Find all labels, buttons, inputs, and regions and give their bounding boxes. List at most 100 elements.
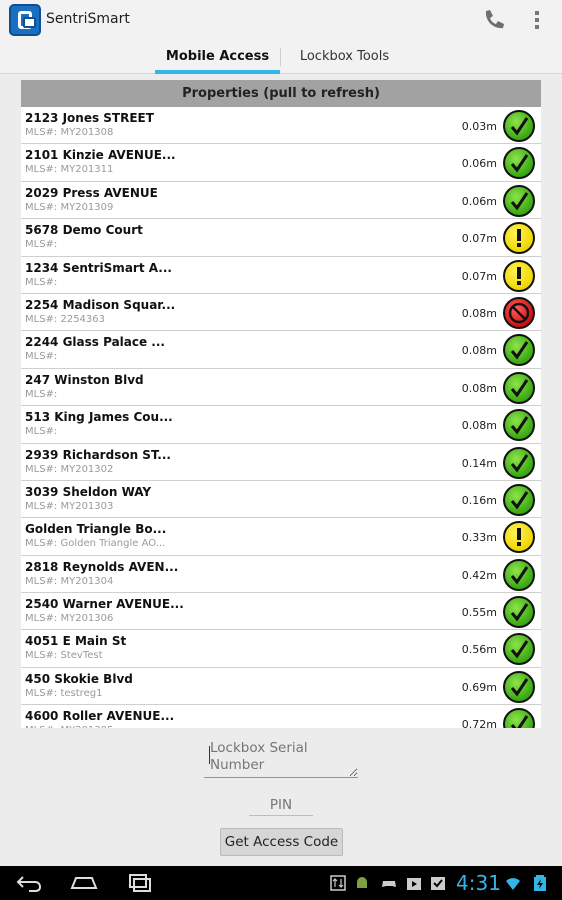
property-address: 2101 Kinzie AVENUE... xyxy=(25,148,176,163)
property-mls: MLS#: MY201303 xyxy=(25,500,114,512)
access-granted-icon xyxy=(503,334,535,367)
table-row[interactable]: 5678 Demo Court MLS#: 0.07m xyxy=(21,219,541,257)
property-distance: 0.55m xyxy=(461,606,497,620)
transfer-notification-icon xyxy=(330,875,346,891)
home-icon[interactable] xyxy=(70,872,98,894)
pin-input[interactable] xyxy=(249,794,313,816)
property-address: 247 Winston Blvd xyxy=(25,372,144,387)
access-warning-icon xyxy=(503,259,535,292)
recent-apps-icon[interactable] xyxy=(126,872,154,894)
table-row[interactable]: 2939 Richardson ST... MLS#: MY201302 0.14m xyxy=(21,443,541,481)
property-mls: MLS#: xyxy=(25,426,58,438)
action-bar: SentriSmart xyxy=(0,0,562,40)
property-distance: 0.14m xyxy=(461,456,497,470)
property-mls: MLS#: xyxy=(25,239,58,251)
property-distance: 0.33m xyxy=(461,531,497,545)
table-row[interactable]: 247 Winston Blvd MLS#: 0.08m xyxy=(21,368,541,407)
property-distance: 0.06m xyxy=(461,157,497,171)
property-mls: MLS#: MY201309 xyxy=(25,201,114,213)
table-row[interactable]: 2254 Madison Squar... MLS#: 2254363 0.08m xyxy=(21,293,541,332)
property-mls: MLS#: xyxy=(25,351,58,363)
property-mls: MLS#: xyxy=(25,276,58,288)
property-address: 2029 Press AVENUE xyxy=(25,185,158,200)
table-row[interactable]: 2244 Glass Palace ... MLS#: 0.08m xyxy=(21,331,541,369)
property-mls: MLS#: StevTest xyxy=(25,650,103,662)
game-controller-icon xyxy=(382,881,396,887)
table-row[interactable]: 1234 SentriSmart A... MLS#: 0.07m xyxy=(21,256,541,294)
access-granted-icon xyxy=(503,371,535,404)
table-row[interactable]: 2101 Kinzie AVENUE... MLS#: MY201311 0.06m xyxy=(21,144,541,182)
property-distance: 0.16m xyxy=(461,493,497,507)
table-row[interactable]: 2818 Reynolds AVEN... MLS#: MY201304 0.42m xyxy=(21,555,541,594)
access-granted-icon xyxy=(503,670,535,703)
access-granted-icon xyxy=(503,596,535,629)
property-address: 5678 Demo Court xyxy=(25,223,143,238)
property-distance: 0.72m xyxy=(461,718,497,728)
access-warning-icon xyxy=(503,521,535,554)
property-address: 2540 Warner AVENUE... xyxy=(25,597,184,612)
tab-divider xyxy=(280,48,281,66)
access-granted-icon xyxy=(503,147,535,180)
property-address: 3039 Sheldon WAY xyxy=(25,484,152,499)
battery-icon xyxy=(534,875,546,891)
table-row[interactable]: 450 Skokie Blvd MLS#: testreg1 0.69m xyxy=(21,667,541,706)
property-distance: 0.08m xyxy=(461,344,497,358)
tab-mobile-access[interactable]: Mobile Access xyxy=(155,40,280,74)
property-address: 2123 Jones STREET xyxy=(25,111,154,125)
phone-icon[interactable] xyxy=(481,8,507,32)
system-nav-bar: 4:31 xyxy=(0,866,562,900)
sentrismart-logo-icon xyxy=(9,4,41,36)
property-address: 2939 Richardson ST... xyxy=(25,447,171,462)
property-mls: MLS#: 2254363 xyxy=(25,313,106,325)
access-granted-icon xyxy=(503,409,535,442)
property-address: 2818 Reynolds AVEN... xyxy=(25,559,179,574)
property-distance: 0.08m xyxy=(461,381,497,395)
access-denied-icon xyxy=(503,296,535,329)
property-address: 2254 Madison Squar... xyxy=(25,297,176,312)
property-address: 4051 E Main St xyxy=(25,634,127,649)
table-row[interactable]: 2123 Jones STREET MLS#: MY201308 0.03m xyxy=(21,107,541,145)
access-granted-icon xyxy=(503,446,535,479)
access-granted-icon xyxy=(503,708,535,728)
property-mls: MLS#: MY201304 xyxy=(25,575,114,587)
android-debug-icon xyxy=(357,877,367,888)
property-address: 513 King James Cou... xyxy=(25,410,173,425)
tab-lockbox-tools[interactable]: Lockbox Tools xyxy=(282,40,407,74)
table-row[interactable]: Golden Triangle Bo... MLS#: Golden Triang… xyxy=(21,518,541,556)
access-granted-icon xyxy=(503,558,535,591)
table-row[interactable]: 3039 Sheldon WAY MLS#: MY201303 0.16m xyxy=(21,480,541,519)
property-mls: MLS#: testreg1 xyxy=(25,687,103,699)
get-access-code-button[interactable]: Get Access Code xyxy=(220,828,343,856)
back-icon[interactable] xyxy=(15,872,43,894)
property-mls: MLS#: MY201308 xyxy=(25,127,114,138)
overflow-menu-icon[interactable] xyxy=(532,9,542,31)
table-row[interactable]: 4051 E Main St MLS#: StevTest 0.56m xyxy=(21,630,541,668)
property-address: 4600 Roller AVENUE... xyxy=(25,709,175,724)
properties-list[interactable]: Properties (pull to refresh) 2123 Jones … xyxy=(21,80,541,728)
access-granted-icon xyxy=(503,633,535,666)
property-distance: 0.69m xyxy=(461,680,497,694)
table-row[interactable]: 4600 Roller AVENUE...MLS#: MY201305 0.72m xyxy=(21,705,541,728)
property-mls: MLS#: MY201302 xyxy=(25,463,114,475)
property-address: 450 Skokie Blvd xyxy=(25,671,133,686)
lockbox-serial-input[interactable] xyxy=(204,740,358,778)
table-row[interactable]: 513 King James Cou... MLS#: 0.08m xyxy=(21,406,541,444)
access-warning-icon xyxy=(503,222,535,255)
property-mls: MLS#: xyxy=(25,388,58,400)
property-mls: MLS#: MY201311 xyxy=(25,164,114,176)
property-mls: MLS#: MY201306 xyxy=(25,613,114,625)
clock: 4:31 xyxy=(456,871,501,895)
property-address: 1234 SentriSmart A... xyxy=(25,260,172,275)
play-store-icon xyxy=(407,878,421,890)
property-mls: MLS#: MY201305 xyxy=(25,725,113,728)
table-row[interactable]: 2029 Press AVENUE MLS#: MY201309 0.06m xyxy=(21,181,541,220)
property-distance: 0.42m xyxy=(461,568,497,582)
table-row[interactable]: 2540 Warner AVENUE... MLS#: MY201306 0.55m xyxy=(21,593,541,631)
property-distance: 0.08m xyxy=(461,419,497,433)
app-title: SentriSmart xyxy=(46,11,130,27)
property-distance: 0.56m xyxy=(461,643,497,657)
list-header[interactable]: Properties (pull to refresh) xyxy=(21,80,541,107)
property-distance: 0.06m xyxy=(461,194,497,208)
access-granted-icon xyxy=(503,110,535,142)
property-distance: 0.03m xyxy=(461,120,497,133)
